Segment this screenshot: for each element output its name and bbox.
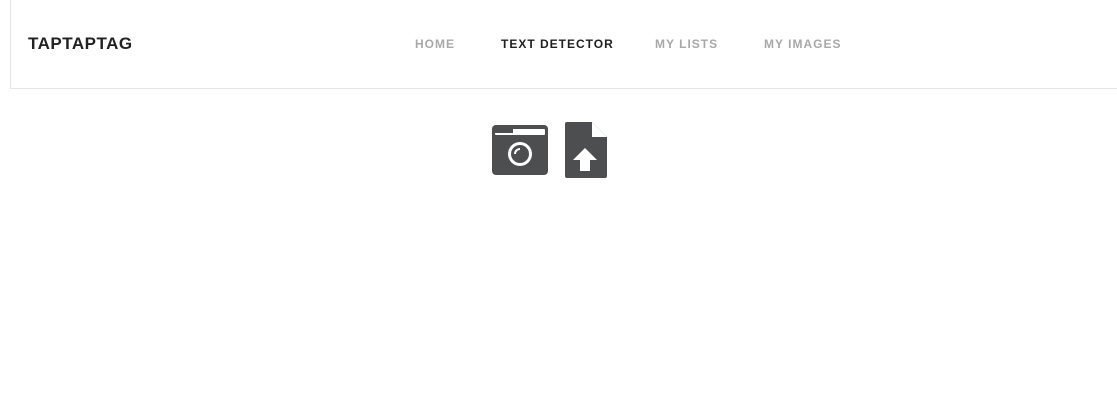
upload-file-button[interactable]: [564, 121, 608, 184]
nav-item-my-images[interactable]: MY IMAGES: [764, 37, 841, 51]
nav-item-home[interactable]: HOME: [415, 37, 455, 51]
top-navbar: TAPTAPTAG HOME TEXT DETECTOR MY LISTS MY…: [10, 0, 1117, 89]
brand-logo[interactable]: TAPTAPTAG: [28, 34, 133, 54]
nav-item-my-lists[interactable]: MY LISTS: [655, 37, 718, 51]
nav-item-text-detector[interactable]: TEXT DETECTOR: [501, 37, 614, 51]
camera-icon: [492, 125, 548, 175]
file-upload-icon: [565, 122, 607, 178]
camera-button[interactable]: [491, 121, 549, 182]
